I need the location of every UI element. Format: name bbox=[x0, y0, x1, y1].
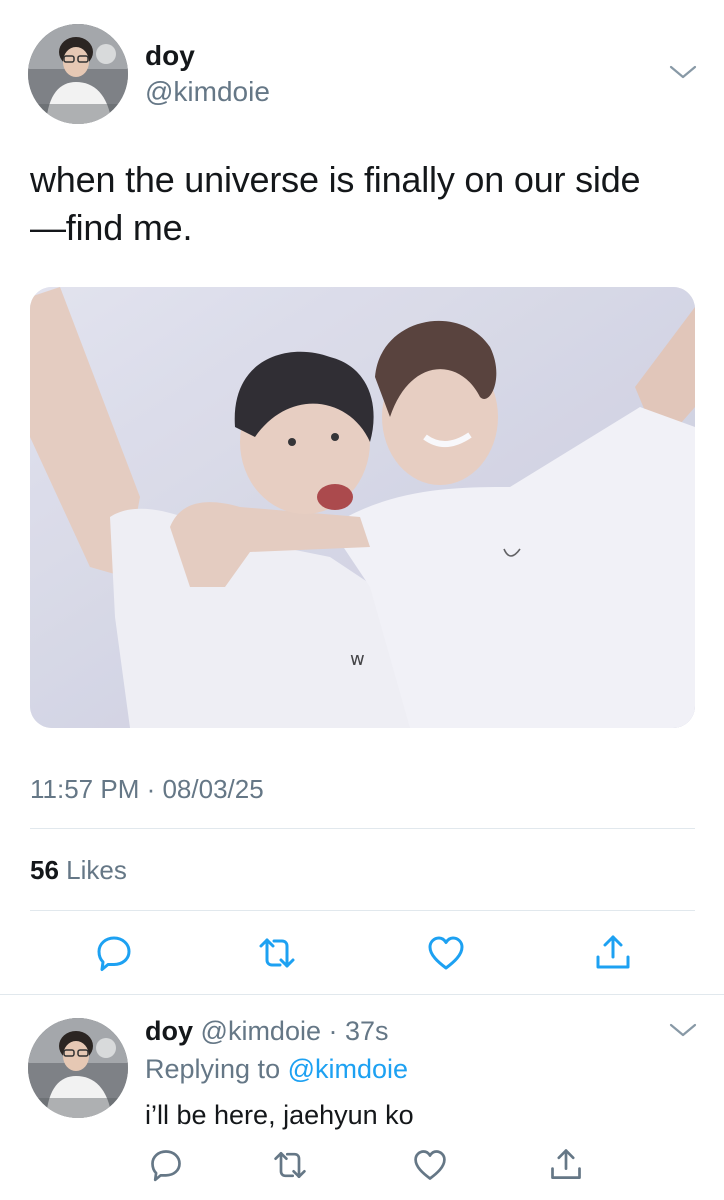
display-name: doy bbox=[145, 1016, 194, 1046]
replying-prefix: Replying to bbox=[145, 1054, 281, 1084]
tweet-image[interactable]: w bbox=[30, 287, 695, 728]
username-handle[interactable]: @kimdoie bbox=[145, 76, 270, 108]
replying-to: Replying to @kimdoie bbox=[145, 1052, 408, 1086]
reply-icon[interactable] bbox=[148, 1147, 184, 1183]
share-icon[interactable] bbox=[548, 1147, 584, 1183]
display-name[interactable]: doy bbox=[145, 40, 195, 72]
likes-count: 56 bbox=[30, 855, 59, 885]
retweet-icon[interactable] bbox=[272, 1147, 308, 1183]
divider bbox=[30, 828, 695, 829]
heart-icon[interactable] bbox=[412, 1147, 448, 1183]
retweet-icon[interactable] bbox=[257, 933, 297, 973]
main-tweet: doy @kimdoie when the universe is finall… bbox=[0, 0, 724, 995]
avatar-photo bbox=[28, 1018, 128, 1118]
reply-icon[interactable] bbox=[94, 933, 134, 973]
avatar[interactable] bbox=[28, 24, 128, 124]
tweet-text: when the universe is finally on our side… bbox=[30, 159, 641, 248]
reply-header[interactable]: doy @kimdoie · 37s bbox=[145, 1014, 389, 1048]
chevron-down-icon[interactable] bbox=[668, 62, 698, 82]
tweet-timestamp[interactable]: 11:57 PM · 08/03/25 bbox=[30, 774, 264, 804]
share-icon[interactable] bbox=[593, 933, 633, 973]
avatar-photo bbox=[28, 24, 128, 124]
username-handle-time: @kimdoie · 37s bbox=[200, 1016, 389, 1046]
avatar[interactable] bbox=[28, 1018, 128, 1118]
divider bbox=[30, 910, 695, 911]
replying-to-link[interactable]: @kimdoie bbox=[288, 1054, 408, 1084]
reply-text: i’ll be here, jaehyun ko bbox=[145, 1100, 414, 1130]
chevron-down-icon[interactable] bbox=[668, 1020, 698, 1040]
likes-stat[interactable]: 56 Likes bbox=[30, 855, 127, 885]
likes-label: Likes bbox=[66, 855, 127, 885]
heart-icon[interactable] bbox=[426, 933, 466, 973]
divider bbox=[0, 994, 724, 995]
